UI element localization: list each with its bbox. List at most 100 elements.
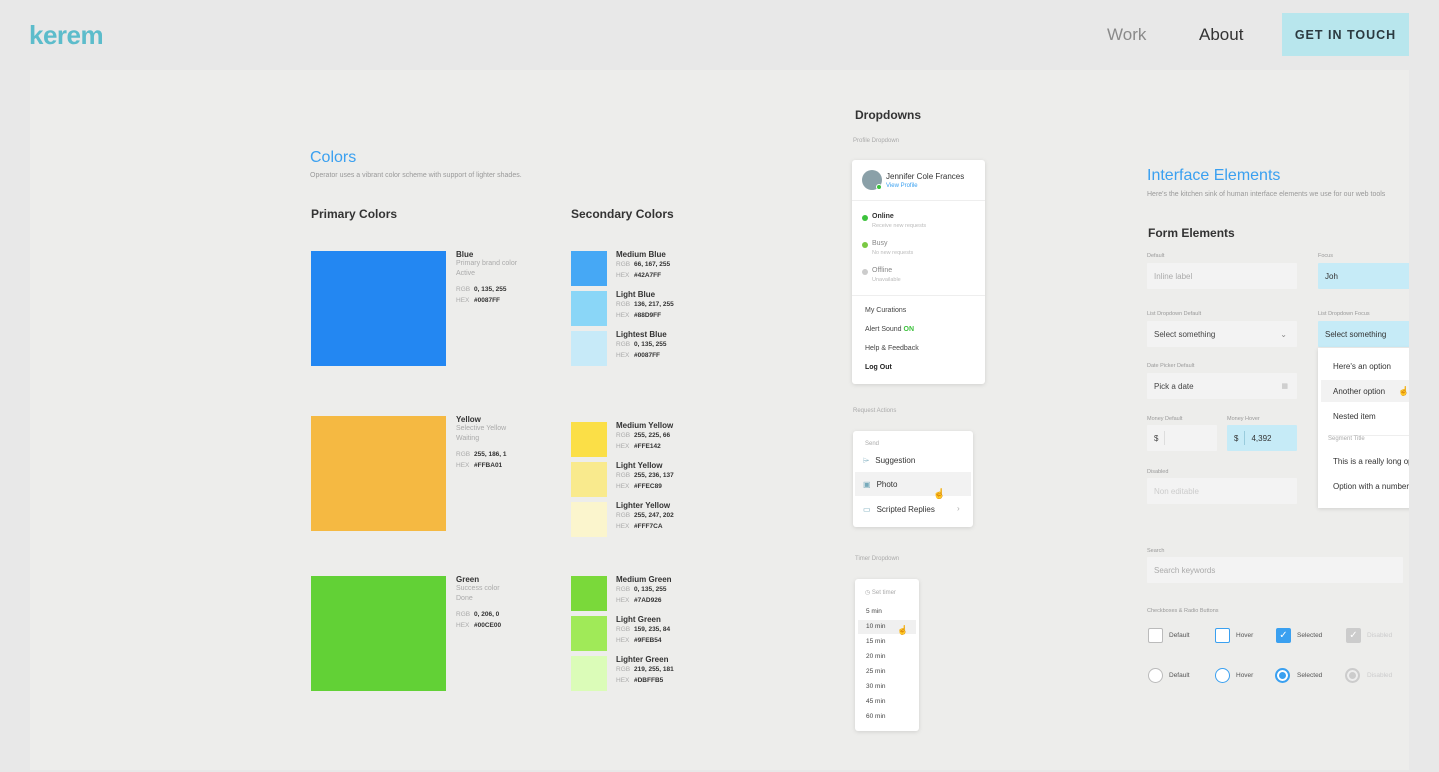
timer-option[interactable]: 45 min: [866, 698, 886, 705]
hex-key: HEX: [456, 297, 470, 304]
cursor-hand-icon: ☝: [933, 489, 946, 500]
menu-help-feedback[interactable]: Help & Feedback: [865, 345, 919, 352]
hex-value: #FFE142: [634, 443, 661, 450]
status-dot-icon: [862, 242, 868, 248]
list-option[interactable]: Option with a number: [1333, 482, 1409, 491]
hex-value: #0087FF: [634, 352, 661, 359]
hex-value: #7AD926: [634, 597, 662, 604]
hex-value: #88D9FF: [634, 312, 662, 319]
list-option[interactable]: Another option: [1333, 387, 1385, 396]
timer-option[interactable]: 5 min: [866, 608, 882, 615]
timer-option[interactable]: 10 min: [866, 623, 886, 630]
list-option[interactable]: This is a really long option: [1333, 457, 1409, 466]
disabled-input: Non editable: [1147, 478, 1297, 504]
list-focus-label: List Dropdown Focus: [1318, 311, 1370, 317]
list-dropdown-focus[interactable]: Select something: [1318, 321, 1409, 347]
timer-option[interactable]: 25 min: [866, 668, 886, 675]
date-picker[interactable]: Pick a date ▦: [1147, 373, 1297, 399]
default-input[interactable]: Inline label: [1147, 263, 1297, 289]
request-actions-label: Request Actions: [853, 408, 897, 414]
status-sub: No new requests: [872, 250, 914, 256]
checkbox-hover[interactable]: [1215, 628, 1230, 643]
swatch-medium-green: [571, 576, 607, 611]
nav-about[interactable]: About: [1199, 25, 1243, 45]
checkbox-default[interactable]: [1148, 628, 1163, 643]
timer-option[interactable]: 60 min: [866, 713, 886, 720]
hex-key: HEX: [616, 443, 630, 450]
hex-row: HEX #FFF7CA: [616, 521, 674, 532]
hex-row: HEX #0087FF: [616, 350, 667, 361]
rgb-key: RGB: [616, 586, 631, 593]
action-suggestion[interactable]: ⌲ Suggestion: [863, 456, 915, 466]
set-timer-label: Set timer: [871, 590, 896, 596]
menu-my-curations[interactable]: My Curations: [865, 307, 906, 314]
hex-key: HEX: [616, 637, 630, 644]
hex-value: #0087FF: [474, 297, 501, 304]
rgb-value: 136, 217, 255: [634, 301, 674, 308]
rgb-key: RGB: [616, 666, 631, 673]
checkbox-selected-check-icon[interactable]: ✓: [1276, 628, 1291, 643]
status-label: Online: [872, 213, 894, 220]
list-option[interactable]: Nested item: [1333, 412, 1376, 421]
rgb-row: RGB 255, 225, 66: [616, 430, 673, 441]
action-scripted-replies[interactable]: ▭ Scripted Replies: [863, 505, 935, 514]
rgb-row: RGB 0, 206, 0: [456, 609, 501, 620]
color-name: Blue: [456, 250, 474, 259]
radio-default[interactable]: [1148, 668, 1163, 683]
color-name: Lightest Blue: [616, 330, 667, 339]
search-input[interactable]: Search keywords: [1147, 557, 1403, 583]
radio-selected[interactable]: [1275, 668, 1290, 683]
money-hover-input[interactable]: $ 4,392: [1227, 425, 1297, 451]
scripted-replies-label: Scripted Replies: [876, 505, 935, 514]
rgb-value: 66, 167, 255: [634, 261, 671, 268]
send-icon: ⌲: [863, 456, 870, 465]
hex-row: HEX #DBFFB5: [616, 675, 674, 686]
hex-value: #FFF7CA: [634, 523, 663, 530]
divider: [1164, 431, 1165, 445]
avatar[interactable]: [862, 170, 882, 190]
rgb-row: RGB 0, 135, 255: [616, 339, 667, 350]
colors-title: Colors: [310, 149, 357, 166]
get-in-touch-button[interactable]: GET IN TOUCH: [1282, 13, 1409, 56]
color-name: Light Green: [616, 615, 661, 624]
rgb-value: 219, 255, 181: [634, 666, 674, 673]
color-desc: Waiting: [456, 435, 480, 442]
hex-value: #42A7FF: [634, 272, 662, 279]
color-info: Medium Blue RGB 66, 167, 255 HEX #42A7FF: [616, 250, 670, 281]
list-dropdown-default[interactable]: Select something ⌄: [1147, 321, 1297, 347]
timer-option[interactable]: 20 min: [866, 653, 886, 660]
menu-log-out[interactable]: Log Out: [865, 364, 892, 371]
hex-key: HEX: [456, 622, 470, 629]
logo[interactable]: kerem: [29, 20, 104, 51]
secondary-colors-heading: Secondary Colors: [571, 207, 674, 221]
color-desc: Success color: [456, 585, 500, 592]
interface-subtitle: Here's the kitchen sink of human interfa…: [1147, 191, 1386, 198]
radio-hover[interactable]: [1215, 668, 1230, 683]
list-option[interactable]: Here's an option: [1333, 362, 1391, 371]
rgb-key: RGB: [616, 432, 631, 439]
swatch-green: [311, 576, 446, 691]
menu-alert-sound[interactable]: Alert Sound ON: [865, 326, 914, 333]
checkbox-disabled-check-icon: ✓: [1346, 628, 1361, 643]
view-profile-link[interactable]: View Profile: [886, 183, 918, 189]
timer-option[interactable]: 15 min: [866, 638, 886, 645]
cursor-hand-icon: ☝: [897, 625, 909, 635]
timer-option[interactable]: 30 min: [866, 683, 886, 690]
money-default-input[interactable]: $: [1147, 425, 1217, 451]
color-info: Yellow Selective Yellow Waiting RGB 255, 186…: [456, 415, 507, 471]
color-info: Lighter Yellow RGB 255, 247, 202 HEX #FFF7CA: [616, 501, 674, 532]
rgb-row: RGB 0, 135, 255: [456, 284, 517, 295]
color-name: Yellow: [456, 415, 481, 424]
radio-disabled: [1345, 668, 1360, 683]
rgb-key: RGB: [616, 472, 631, 479]
suggestion-label: Suggestion: [875, 456, 916, 465]
color-name: Lighter Yellow: [616, 501, 671, 510]
nav-work[interactable]: Work: [1107, 25, 1146, 45]
color-info: Light Green RGB 159, 235, 84 HEX #9FEB54: [616, 615, 670, 646]
rgb-key: RGB: [456, 451, 471, 458]
focus-input[interactable]: Joh: [1318, 263, 1409, 289]
action-photo[interactable]: ▣ Photo: [863, 480, 897, 489]
swatch-lighter-green: [571, 656, 607, 691]
checkbox-radio-label: Checkboxes & Radio Buttons: [1147, 608, 1219, 614]
color-info: Medium Green RGB 0, 135, 255 HEX #7AD926: [616, 575, 672, 606]
